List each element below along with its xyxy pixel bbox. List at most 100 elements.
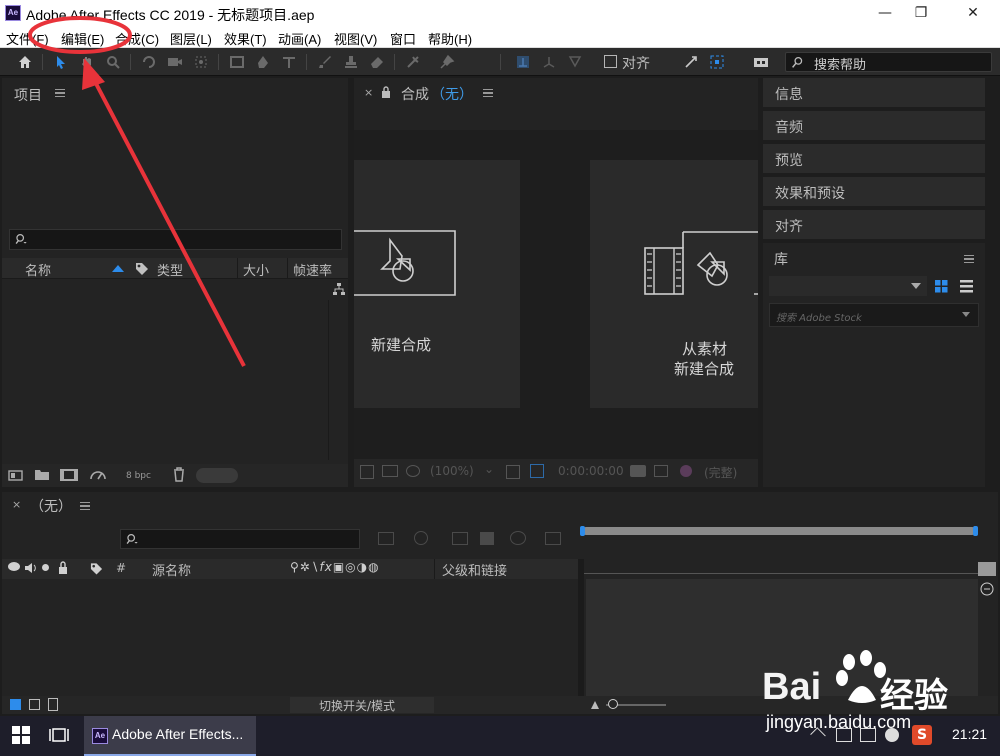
frame-blending-icon[interactable]: [480, 532, 494, 545]
column-type[interactable]: 类型: [157, 260, 183, 279]
menu-composition[interactable]: 合成(C): [115, 29, 159, 48]
menu-edit[interactable]: 编辑(E): [61, 29, 104, 48]
column-name[interactable]: 名称: [25, 260, 51, 279]
expand-in-out-icon[interactable]: [48, 698, 58, 711]
chevron-down-icon[interactable]: [962, 312, 970, 317]
label-tag-icon[interactable]: [135, 262, 149, 275]
home-icon[interactable]: [14, 51, 36, 73]
expand-transfer-controls-icon[interactable]: [29, 699, 40, 710]
zoom-tool-icon[interactable]: [102, 51, 124, 73]
menu-view[interactable]: 视图(V): [334, 29, 377, 48]
list-view-icon[interactable]: [960, 280, 973, 293]
quality-display[interactable]: (完整): [704, 464, 737, 481]
zoom-out-icon[interactable]: [590, 700, 600, 710]
zoom-level[interactable]: (100%): [430, 464, 474, 478]
selection-tool-icon[interactable]: [50, 51, 72, 73]
timeline-tab-label[interactable]: （无）: [30, 496, 72, 516]
camera-tool-icon[interactable]: [164, 51, 186, 73]
work-area-end-handle[interactable]: [973, 526, 978, 536]
time-navigator-end-handle[interactable]: [978, 562, 996, 576]
timeline-track-area[interactable]: [586, 579, 978, 699]
work-area-start-handle[interactable]: [580, 526, 585, 536]
puppet-pin-tool-icon[interactable]: [436, 51, 458, 73]
time-ruler[interactable]: [584, 556, 982, 574]
menu-animation[interactable]: 动画(A): [278, 29, 321, 48]
rectangle-tool-icon[interactable]: [226, 51, 248, 73]
clock-time[interactable]: 21:21: [952, 726, 987, 742]
column-size[interactable]: 大小: [243, 260, 269, 279]
view-axis-mode-icon[interactable]: [564, 51, 586, 73]
menu-window[interactable]: 窗口: [390, 29, 416, 48]
roto-brush-tool-icon[interactable]: [402, 51, 424, 73]
pan-behind-tool-icon[interactable]: [190, 51, 212, 73]
menu-help[interactable]: 帮助(H): [428, 29, 472, 48]
task-view-icon[interactable]: [49, 726, 69, 744]
column-frame-rate[interactable]: 帧速率: [293, 260, 332, 279]
show-snapshot-icon[interactable]: [654, 465, 668, 477]
lock-icon[interactable]: [58, 561, 68, 574]
column-source-name[interactable]: 源名称: [152, 560, 191, 579]
adobe-stock-search-input[interactable]: 搜索 Adobe Stock: [769, 303, 979, 327]
resolution-grid-icon[interactable]: [506, 465, 520, 479]
library-select[interactable]: [769, 276, 927, 296]
close-tab-icon[interactable]: ×: [364, 86, 373, 99]
expand-layer-switches-icon[interactable]: [10, 699, 21, 710]
new-folder-icon[interactable]: [34, 468, 50, 481]
snap-features-icon[interactable]: [706, 51, 728, 73]
always-preview-icon[interactable]: [360, 465, 374, 479]
video-eye-icon[interactable]: [8, 562, 20, 571]
local-axis-mode-icon[interactable]: [512, 51, 534, 73]
draft-3d-icon[interactable]: [414, 531, 428, 545]
comp-mini-flowchart-icon[interactable]: [378, 532, 394, 545]
delete-trash-icon[interactable]: [172, 467, 186, 482]
flowchart-icon[interactable]: [332, 282, 346, 296]
timecode-display[interactable]: 0:00:00:00: [558, 464, 624, 478]
tray-chevron-up-icon[interactable]: [810, 727, 826, 743]
restore-button[interactable]: ❐: [898, 0, 944, 27]
close-tab-icon[interactable]: ×: [12, 498, 21, 511]
color-channels-icon[interactable]: [680, 465, 692, 477]
interpret-footage-icon[interactable]: [8, 469, 26, 482]
tray-volume-icon[interactable]: [836, 728, 852, 742]
monitor-icon[interactable]: [382, 465, 398, 477]
brush-tool-icon[interactable]: [314, 51, 336, 73]
composition-tab-value[interactable]: （无）: [431, 84, 473, 104]
close-button[interactable]: ✕: [950, 0, 996, 27]
info-panel[interactable]: 信息: [763, 78, 985, 109]
project-panel-menu-icon[interactable]: [55, 89, 65, 97]
align-panel[interactable]: 对齐: [763, 210, 985, 241]
workspace-icon[interactable]: [750, 51, 772, 73]
tray-close-icon[interactable]: [885, 728, 899, 742]
comp-button-icon[interactable]: [979, 581, 995, 597]
pen-tool-icon[interactable]: [252, 51, 274, 73]
timeline-panel-menu-icon[interactable]: [80, 502, 90, 510]
column-parent-link[interactable]: 父级和链接: [442, 560, 507, 579]
toggle-switches-modes[interactable]: 切换开关/模式: [319, 697, 395, 714]
type-tool-icon[interactable]: [278, 51, 300, 73]
graph-editor-icon[interactable]: [545, 532, 561, 545]
flowchart-rate-icon[interactable]: [89, 468, 109, 482]
world-axis-mode-icon[interactable]: [538, 51, 560, 73]
taskbar-after-effects-button[interactable]: Ae Adobe After Effects...: [84, 716, 256, 756]
chevron-down-icon[interactable]: [911, 283, 921, 289]
project-search-input[interactable]: [9, 229, 342, 250]
eraser-tool-icon[interactable]: [366, 51, 388, 73]
clone-stamp-tool-icon[interactable]: [340, 51, 362, 73]
composition-tab-label[interactable]: 合成: [401, 84, 429, 104]
shy-layers-icon[interactable]: [452, 532, 468, 545]
audio-panel[interactable]: 音频: [763, 111, 985, 142]
menu-layer[interactable]: 图层(L): [170, 29, 212, 48]
windows-start-icon[interactable]: [12, 726, 30, 744]
motion-blur-icon[interactable]: [510, 531, 526, 545]
composition-panel-menu-icon[interactable]: [483, 89, 493, 97]
menu-file[interactable]: 文件(F): [6, 29, 49, 48]
lock-icon[interactable]: [381, 86, 391, 98]
label-tag-icon[interactable]: [90, 562, 103, 575]
timeline-search-input[interactable]: [120, 529, 360, 549]
sogou-input-icon[interactable]: S: [912, 725, 932, 745]
mask-visibility-icon[interactable]: [406, 465, 420, 477]
rotate-tool-icon[interactable]: [138, 51, 160, 73]
hand-tool-icon[interactable]: [76, 51, 98, 73]
menu-effect[interactable]: 效果(T): [224, 29, 267, 48]
library-panel-menu-icon[interactable]: [964, 255, 974, 263]
